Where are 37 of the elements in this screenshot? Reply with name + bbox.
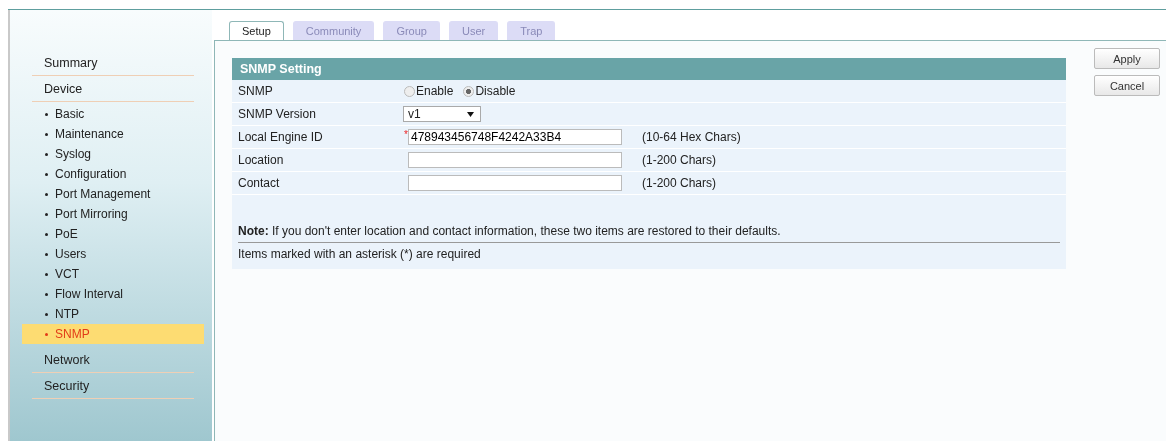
sidebar-subitem[interactable]: Configuration xyxy=(22,164,204,184)
cancel-button[interactable]: Cancel xyxy=(1094,75,1160,96)
sidebar-item[interactable]: Summary xyxy=(32,50,194,76)
card-title: SNMP Setting xyxy=(232,58,1066,80)
field-label: SNMP Version xyxy=(238,107,317,121)
sidebar-subitem[interactable]: Basic xyxy=(22,104,204,124)
field-hint: (10-64 Hex Chars) xyxy=(642,130,741,144)
text-field[interactable] xyxy=(408,152,622,168)
text-field[interactable] xyxy=(408,175,622,191)
sidebar-subitem[interactable]: PoE xyxy=(22,224,204,244)
field-label: SNMP xyxy=(238,84,274,98)
field-label: Local Engine ID xyxy=(238,130,324,144)
radio-option[interactable]: Disable xyxy=(463,84,516,98)
sidebar-subitem[interactable]: Syslog xyxy=(22,144,204,164)
sidebar-item[interactable]: Device xyxy=(32,76,194,102)
sidebar-subitem[interactable]: Flow Interval xyxy=(22,284,204,304)
radio-option[interactable]: Enable xyxy=(404,84,454,98)
sidebar-subitem[interactable]: NTP xyxy=(22,304,204,324)
caret-icon xyxy=(467,111,474,117)
field-label: Location xyxy=(238,153,285,167)
field-hint: (1-200 Chars) xyxy=(642,153,717,167)
sidebar-subitem[interactable]: Maintenance xyxy=(22,124,204,144)
sidebar-subitem[interactable]: Port Mirroring xyxy=(22,204,204,224)
footnote-text: Items marked with an asterisk (*) are required xyxy=(237,246,482,261)
apply-button[interactable]: Apply xyxy=(1094,48,1160,69)
field-hint: (1-200 Chars) xyxy=(642,176,717,190)
sidebar-subitem[interactable]: VCT xyxy=(22,264,204,284)
note-text: Note: If you don't enter location and contact information, these two items are restored to their defaults. xyxy=(238,221,1060,243)
sidebar-subitem[interactable]: Port Management xyxy=(22,184,204,204)
required-asterisk: * xyxy=(404,129,408,140)
version-select[interactable]: v1 xyxy=(403,106,481,122)
sidebar-item[interactable]: Network xyxy=(32,347,194,373)
text-field[interactable]: 478943456748F4242A33B4 xyxy=(408,129,622,145)
field-label: Contact xyxy=(238,176,281,190)
tab[interactable]: Setup xyxy=(229,21,284,40)
sidebar-subitem[interactable]: Users xyxy=(22,244,204,264)
sidebar-item[interactable]: Security xyxy=(32,373,194,399)
